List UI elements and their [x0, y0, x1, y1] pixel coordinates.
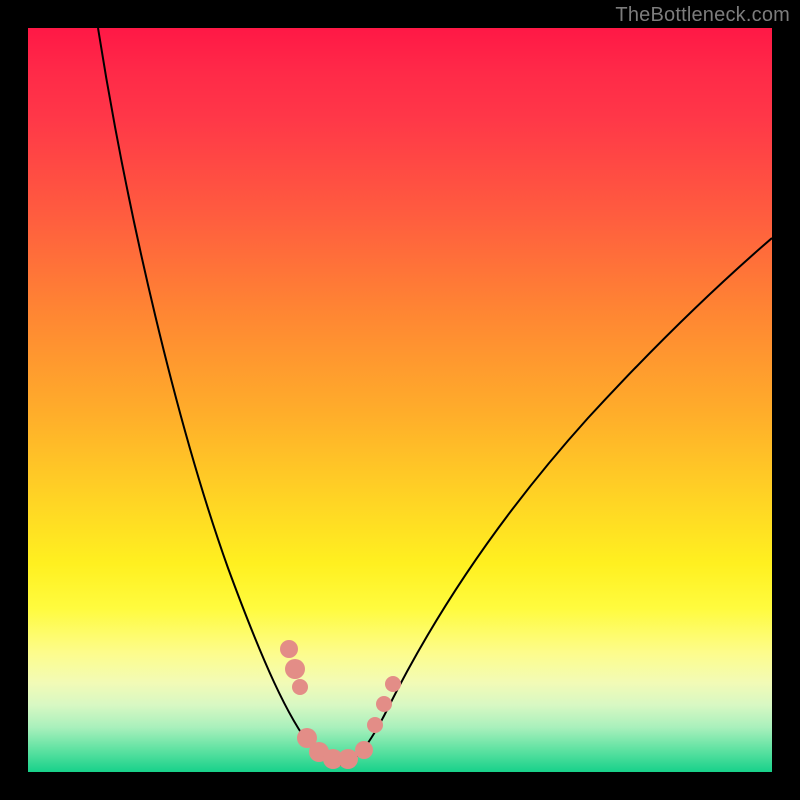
marker-dot	[376, 696, 392, 712]
chart-frame: TheBottleneck.com	[0, 0, 800, 800]
marker-dot	[355, 741, 373, 759]
marker-dot	[367, 717, 383, 733]
watermark-text: TheBottleneck.com	[615, 4, 790, 27]
curve-layer	[28, 28, 772, 772]
plot-area	[28, 28, 772, 772]
left-curve	[98, 28, 340, 765]
right-curve	[340, 238, 772, 765]
marker-dot	[385, 676, 401, 692]
marker-dot	[280, 640, 298, 658]
marker-dot	[292, 679, 308, 695]
marker-dot	[285, 659, 305, 679]
marker-dot	[338, 749, 358, 769]
